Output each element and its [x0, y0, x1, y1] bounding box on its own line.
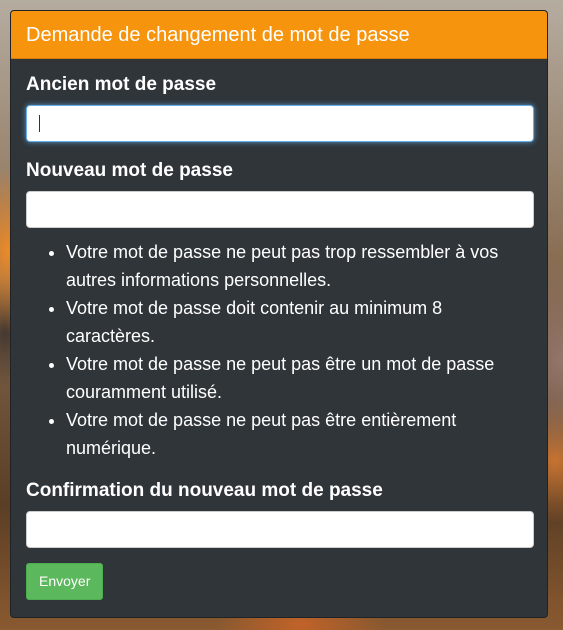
list-item: Votre mot de passe ne peut pas trop ress…	[66, 238, 532, 294]
panel-title: Demande de changement de mot de passe	[11, 11, 547, 59]
new-password-group: Nouveau mot de passe Votre mot de passe …	[26, 159, 534, 462]
old-password-label: Ancien mot de passe	[26, 74, 217, 95]
list-item: Votre mot de passe ne peut pas être enti…	[66, 406, 532, 462]
new-password-field[interactable]	[26, 191, 534, 228]
confirm-password-label: Confirmation du nouveau mot de passe	[26, 480, 383, 501]
password-change-form: Ancien mot de passe Nouveau mot de passe…	[11, 59, 547, 600]
password-requirements-list: Votre mot de passe ne peut pas trop ress…	[26, 238, 532, 462]
new-password-label: Nouveau mot de passe	[26, 160, 233, 181]
confirm-password-field[interactable]	[26, 511, 534, 548]
submit-button[interactable]: Envoyer	[26, 563, 104, 600]
text-caret	[39, 115, 40, 132]
confirm-password-group: Confirmation du nouveau mot de passe	[26, 479, 534, 548]
list-item: Votre mot de passe doit contenir au mini…	[66, 294, 532, 350]
old-password-group: Ancien mot de passe	[26, 73, 534, 142]
password-change-panel: Demande de changement de mot de passe An…	[10, 10, 548, 618]
list-item: Votre mot de passe ne peut pas être un m…	[66, 350, 532, 406]
old-password-field[interactable]	[26, 105, 534, 142]
